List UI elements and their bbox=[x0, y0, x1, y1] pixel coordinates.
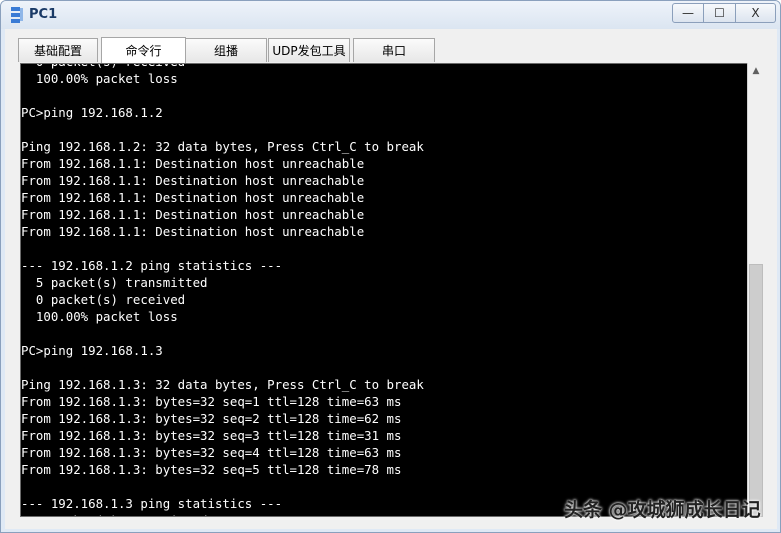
tab-label: 命令行 bbox=[125, 44, 162, 58]
tab-command-line[interactable]: 命令行 bbox=[101, 37, 186, 63]
command-line-terminal[interactable]: 0 packet(s) received 100.00% packet loss… bbox=[20, 63, 763, 517]
terminal-line: From 192.168.1.1: Destination host unrea… bbox=[21, 156, 365, 171]
close-button[interactable]: X bbox=[736, 3, 776, 23]
tab-serial-port[interactable]: 串口 bbox=[353, 38, 435, 62]
terminal-line: From 192.168.1.3: bytes=32 seq=1 ttl=128… bbox=[21, 394, 402, 409]
terminal-line: --- 192.168.1.2 ping statistics --- bbox=[21, 258, 283, 273]
window-title: PC1 bbox=[29, 7, 58, 22]
terminal-scrollbar[interactable]: ▲ bbox=[747, 63, 763, 517]
tab-label: 串口 bbox=[381, 44, 406, 58]
terminal-line: 0 packet(s) received bbox=[21, 64, 747, 70]
terminal-line: From 192.168.1.1: Destination host unrea… bbox=[21, 207, 365, 222]
app-window: PC1 — ☐ X 基础配置 命令行 组播 UDP发包工具 串口 0 packe… bbox=[0, 0, 781, 533]
terminal-line: PC>ping 192.168.1.3 bbox=[21, 343, 163, 358]
terminal-line: From 192.168.1.1: Destination host unrea… bbox=[21, 190, 365, 205]
terminal-line: From 192.168.1.3: bytes=32 seq=3 ttl=128… bbox=[21, 428, 402, 443]
pc-app-icon bbox=[11, 7, 23, 23]
close-icon: X bbox=[751, 6, 760, 20]
watermark-text: 头条 @攻城狮成长日记 bbox=[564, 499, 761, 521]
terminal-line: From 192.168.1.3: bytes=32 seq=2 ttl=128… bbox=[21, 411, 402, 426]
window-client-area: 基础配置 命令行 组播 UDP发包工具 串口 0 packet(s) recei… bbox=[5, 29, 777, 529]
terminal-line: Ping 192.168.1.3: 32 data bytes, Press C… bbox=[21, 377, 424, 392]
tab-udp-tool[interactable]: UDP发包工具 bbox=[268, 38, 350, 62]
terminal-line: From 192.168.1.3: bytes=32 seq=4 ttl=128… bbox=[21, 445, 402, 460]
terminal-output: 0 packet(s) received 100.00% packet loss… bbox=[21, 64, 747, 516]
terminal-line: 100.00% packet loss bbox=[21, 71, 178, 86]
title-bar[interactable]: PC1 — ☐ X bbox=[1, 1, 780, 29]
tab-basic-config[interactable]: 基础配置 bbox=[18, 38, 98, 62]
terminal-line: From 192.168.1.1: Destination host unrea… bbox=[21, 224, 365, 239]
terminal-line: 100.00% packet loss bbox=[21, 309, 178, 324]
terminal-line: 5 packet(s) transmitted bbox=[21, 275, 208, 290]
terminal-line: Ping 192.168.1.2: 32 data bytes, Press C… bbox=[21, 139, 424, 154]
minimize-icon: — bbox=[682, 6, 694, 20]
terminal-line: From 192.168.1.3: bytes=32 seq=5 ttl=128… bbox=[21, 462, 402, 477]
minimize-button[interactable]: — bbox=[672, 3, 704, 23]
tab-multicast[interactable]: 组播 bbox=[185, 38, 267, 62]
maximize-icon: ☐ bbox=[714, 6, 725, 20]
scroll-up-arrow-icon[interactable]: ▲ bbox=[748, 63, 764, 79]
maximize-button[interactable]: ☐ bbox=[704, 3, 736, 23]
tab-label: 基础配置 bbox=[33, 44, 82, 58]
terminal-line: From 192.168.1.1: Destination host unrea… bbox=[21, 173, 365, 188]
scroll-thumb[interactable] bbox=[749, 264, 763, 517]
tab-label: 组播 bbox=[213, 44, 238, 58]
terminal-line: 0 packet(s) received bbox=[21, 292, 186, 307]
tab-label: UDP发包工具 bbox=[272, 44, 346, 58]
terminal-line: PC>ping 192.168.1.2 bbox=[21, 105, 163, 120]
